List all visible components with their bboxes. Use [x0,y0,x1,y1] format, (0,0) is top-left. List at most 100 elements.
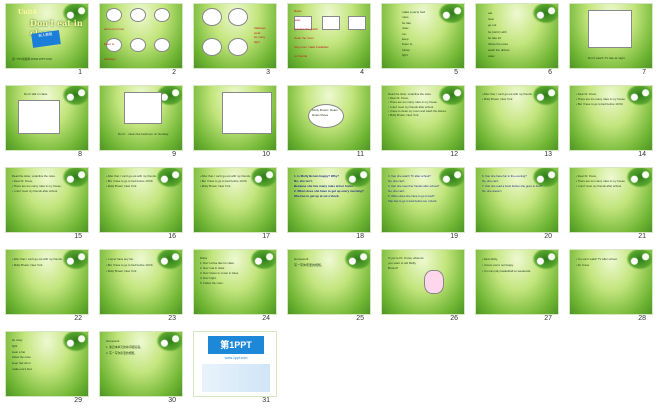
drawing-image [588,10,632,48]
slide-number: 23 [168,315,176,322]
slide-number: 6 [548,69,552,76]
slide-text: Rules relax practice the guitar clean th… [294,9,329,58]
slide-number: 3 [266,69,270,76]
slide-thumbnail[interactable]: 3. Can she watch TV after school? No, sh… [381,167,465,233]
slide-thumbnail[interactable]: Don't... clean the bedroom on Sunday. [99,85,183,151]
slide-text: arrive (on time) listen to hallways figh… [104,27,125,61]
slide-number: 12 [450,151,458,158]
slide-number: 25 [356,315,364,322]
drawing-image [130,8,146,22]
slide-thumbnail[interactable]: • I never have any fun. • But I have to … [99,249,183,315]
slide-number: 24 [262,315,270,322]
slide-number: 7 [642,69,646,76]
slide-text: • After that, I can't go out with my fri… [200,174,251,188]
drawing-image [424,270,444,294]
slide-number: 11 [356,151,364,158]
slide-text: be noisy fight wear a hat follow the rul… [12,338,32,371]
slide-number: 22 [74,315,82,322]
slide-thumbnail[interactable]: 1. Is Molly Brown happy? Why? No, she is… [287,167,371,233]
slide-text: 3. Can she watch TV after school? No, sh… [388,174,440,203]
slide-number: 8 [78,151,82,158]
slide-text: Molly Brown: Rules Rules Rules [312,108,338,117]
slide-number: 16 [168,233,176,240]
slide-number: 30 [168,397,176,404]
slide-number: 4 [360,69,364,76]
slide-number: 5 [454,69,458,76]
drawing-image [228,8,248,26]
slide-thumbnail[interactable]: 第1PPT www.1ppt.com [193,331,277,397]
slide-thumbnail[interactable]: • You can't watch TV after school. • Dr.… [569,249,653,315]
slide-number: 14 [638,151,646,158]
drawing-image [106,8,122,22]
slide-badge: 新人教版 [31,30,61,48]
slide-number: 19 [450,233,458,240]
drawing-image [228,38,248,56]
slide-thumbnail[interactable]: • After that, I can't go out with my fri… [5,249,89,315]
slide-thumbnail[interactable]: arrive (on time) listen to hallways figh… [99,3,183,69]
slide-number: 1 [78,69,82,76]
slide-thumbnail[interactable]: hallways wear be noisy fight [193,3,277,69]
drawing-image [154,8,170,22]
slide-number: 15 [74,233,82,240]
slide-text: • After that, I can't go out with my fri… [12,257,63,267]
slide-text: • After that, I can't go out with my fri… [106,174,157,188]
slide-thumbnail[interactable]: eat hear go out be (strict) with be late… [475,3,559,69]
slide-text: Homework 1. 熟记本单元的单词和短语。 2. 写一写你家里的规矩。 [106,339,143,355]
slide-number: 20 [544,233,552,240]
slide-text: If you're Dr. Know, what do you want to … [388,256,424,270]
slide-thumbnail[interactable]: 6. Can she have fun in the evening? No, … [475,167,559,233]
slide-text: • Dear Molly, • I know you're not happy.… [482,257,532,273]
slide-text: • You can't watch TV after school. • Dr.… [576,257,618,267]
slide-thumbnail[interactable]: • Dear Molly, • I know you're not happy.… [475,249,559,315]
slide-number: 9 [172,151,176,158]
slide-thumbnail[interactable]: Rules 1. Don't arrive late for class. 2.… [193,249,277,315]
drawing-image [18,100,60,134]
slide-number: 18 [356,233,364,240]
slide-thumbnail[interactable]: Molly Brown: Rules Rules Rules [287,85,371,151]
slide-thumbnail[interactable]: Read the letter, underline the rules. • … [5,167,89,233]
slide-number: 2 [172,69,176,76]
slide-text: • Dear Dr. Know, • There are too many ru… [576,92,626,106]
brand-url: www.1ppt.com [224,356,248,360]
slide-thumbnail[interactable]: Don't watch TV late at night. [569,3,653,69]
drawing-image [202,38,222,56]
slide-text: Don't talk in class. [24,92,49,96]
slide-number: 28 [638,315,646,322]
slide-text: hallways wear be noisy fight [254,26,266,44]
slide-thumbnail[interactable]: be noisy fight wear a hat follow the rul… [5,331,89,397]
slide-number: 29 [74,397,82,404]
slide-text: make (one's) bed rules be late relax run… [402,10,426,58]
slide-thumbnail[interactable] [193,85,277,151]
slide-text: Read the letter, underline the rules. • … [12,174,62,193]
slide-text: • Dear Dr. Know, • There are too many ru… [576,174,626,188]
slide-number: 17 [262,233,270,240]
slide-title: Unit4 [18,9,37,16]
slide-thumbnail[interactable]: Homework 1. 熟记本单元的单词和短语。 2. 写一写你家里的规矩。 [99,331,183,397]
slide-thumbnail[interactable]: Unit4 Don't eat in class 新人教版 第一PPT模板网-W… [5,3,89,69]
slide-text: Don't... clean the bedroom on Sunday. [118,132,169,136]
slide-number: 31 [262,397,270,404]
slide-thumbnail[interactable]: Don't talk in class. [5,85,89,151]
slide-number: 26 [450,315,458,322]
slide-number: 21 [638,233,646,240]
slide-thumbnail[interactable]: If you're Dr. Know, what do you want to … [381,249,465,315]
slide-number: 13 [544,151,552,158]
slide-thumbnail[interactable]: • Dear Dr. Know, • There are too many ru… [569,85,653,151]
slide-text: Rules 1. Don't arrive late for class. 2.… [200,256,239,285]
slide-text: • I never have any fun. • But I have to … [106,257,154,273]
slide-text: 1. Is Molly Brown happy? Why? No, she is… [294,174,364,198]
slide-thumbnail[interactable]: Read the letter, underline the rules. • … [381,85,465,151]
slide-text: • After that, I can't go out with my fri… [482,92,533,101]
slide-thumbnail[interactable]: • After that, I can't go out with my fri… [99,167,183,233]
slide-thumbnail[interactable]: • Dear Dr. Know, • There are too many ru… [569,167,653,233]
slide-thumbnail[interactable]: • After that, I can't go out with my fri… [193,167,277,233]
drawing-image [202,8,222,26]
slide-thumbnail[interactable]: • After that, I can't go out with my fri… [475,85,559,151]
slide-thumbnail[interactable]: make (one's) bed rules be late relax run… [381,3,465,69]
slide-text: eat hear go out be (strict) with be late… [488,11,510,59]
slide-number: 27 [544,315,552,322]
slide-thumbnail[interactable]: Rules relax practice the guitar clean th… [287,3,371,69]
slide-thumbnail[interactable]: Homework 写一写你家里的规矩。 [287,249,371,315]
slide-text: 6. Can she have fun in the evening? No, … [482,174,543,193]
drawing-image [222,92,272,134]
